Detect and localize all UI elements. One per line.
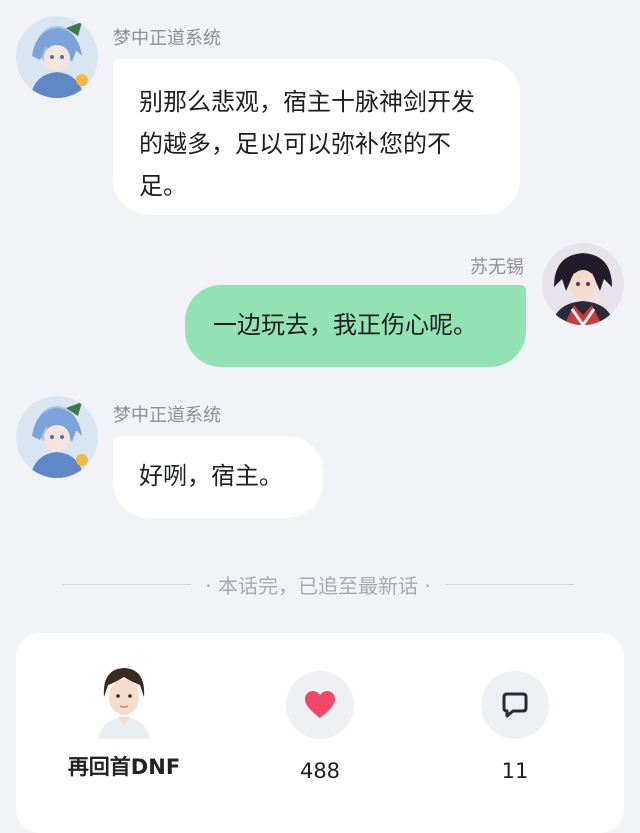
comment-circle [481, 671, 549, 739]
author-button[interactable]: 再回首DNF [44, 668, 204, 781]
message-1: 梦中正道系统 别那么悲观，宿主十脉神剑开发的越多，足以可以弥补您的不足。 [0, 0, 640, 220]
sender-name: 梦中正道系统 [113, 28, 221, 49]
message-text: 好咧，宿主。 [139, 462, 283, 490]
message-bubble: 好咧，宿主。 [113, 436, 323, 518]
chapter-end-notice: · 本话完，已追至最新话 · [205, 573, 431, 598]
message-bubble: 别那么悲观，宿主十脉神剑开发的越多，足以可以弥补您的不足。 [113, 59, 520, 215]
sender-name: 梦中正道系统 [113, 405, 221, 426]
author-name: 再回首DNF [67, 755, 181, 779]
like-button[interactable]: 488 [240, 671, 400, 783]
author-avatar-icon [98, 668, 150, 739]
message-bubble: 一边玩去，我正伤心呢。 [185, 285, 526, 367]
divider-line-left [62, 583, 192, 585]
comment-button[interactable]: 11 [435, 671, 595, 783]
message-2: 苏无锡 一边玩去，我正伤心呢。 [0, 240, 640, 370]
system-avatar[interactable] [16, 396, 98, 478]
comment-count: 11 [501, 759, 529, 783]
bottom-action-card: 再回首DNF 488 11 [16, 633, 624, 833]
message-text: 别那么悲观，宿主十脉神剑开发的越多，足以可以弥补您的不足。 [139, 88, 475, 200]
comment-icon [502, 692, 528, 718]
chapter-end-divider: · 本话完，已追至最新话 · [62, 568, 574, 600]
message-text: 一边玩去，我正伤心呢。 [213, 311, 477, 339]
heart-icon [305, 691, 335, 718]
anime-boy-avatar-icon [542, 243, 624, 325]
message-3: 梦中正道系统 好咧，宿主。 [0, 392, 640, 522]
user-avatar[interactable] [542, 243, 624, 325]
system-avatar[interactable] [16, 16, 98, 98]
anime-girl-avatar-icon [16, 396, 98, 478]
sender-name: 苏无锡 [470, 257, 524, 278]
divider-line-right [444, 583, 574, 585]
like-count: 488 [299, 759, 341, 783]
anime-girl-avatar-icon [16, 16, 98, 98]
like-circle [286, 671, 354, 739]
